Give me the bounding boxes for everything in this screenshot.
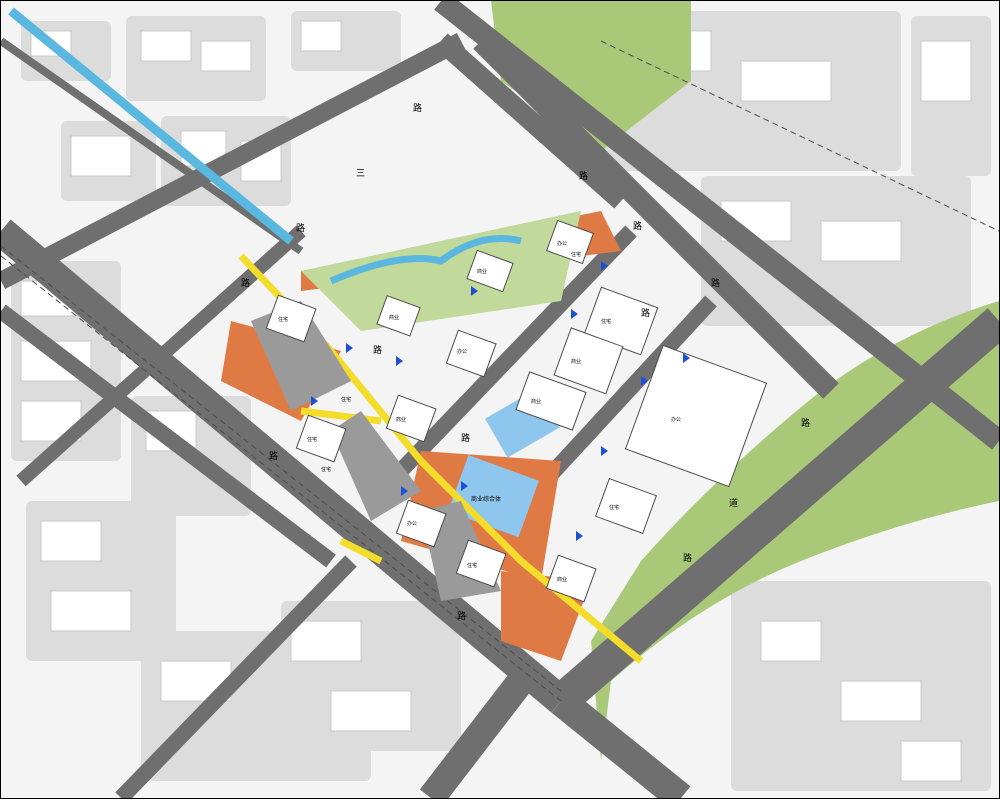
svg-text:路: 路 bbox=[269, 450, 278, 462]
svg-text:路: 路 bbox=[373, 344, 382, 356]
svg-text:住宅: 住宅 bbox=[609, 504, 619, 511]
svg-text:办公: 办公 bbox=[457, 348, 467, 355]
svg-text:住宅: 住宅 bbox=[321, 466, 331, 473]
svg-text:住宅: 住宅 bbox=[307, 436, 317, 443]
svg-text:商业: 商业 bbox=[557, 576, 567, 583]
svg-text:办公: 办公 bbox=[557, 240, 567, 247]
svg-text:路: 路 bbox=[641, 307, 650, 319]
center-label: 商业综合体 bbox=[471, 495, 501, 503]
svg-text:路: 路 bbox=[461, 432, 470, 444]
svg-text:住宅: 住宅 bbox=[601, 318, 611, 325]
svg-text:三: 三 bbox=[356, 169, 365, 179]
svg-text:路: 路 bbox=[296, 222, 305, 234]
site-plan-svg: 路 三 路 路 路 路 路 路 路 路 路 路 道 路 路 住宅 商业 办公 商… bbox=[0, 0, 1000, 802]
svg-text:商业: 商业 bbox=[389, 314, 399, 321]
svg-text:路: 路 bbox=[633, 220, 642, 232]
svg-text:商业: 商业 bbox=[396, 416, 406, 423]
svg-text:路: 路 bbox=[457, 610, 466, 622]
site-plan-map[interactable]: 路 三 路 路 路 路 路 路 路 路 路 路 道 路 路 住宅 商业 办公 商… bbox=[0, 0, 1000, 802]
svg-text:住宅: 住宅 bbox=[341, 396, 351, 403]
svg-text:路: 路 bbox=[579, 170, 588, 182]
svg-text:路: 路 bbox=[801, 417, 810, 429]
svg-text:住宅: 住宅 bbox=[278, 316, 288, 323]
svg-text:道: 道 bbox=[729, 497, 738, 509]
svg-text:办公: 办公 bbox=[407, 520, 417, 527]
svg-text:住宅: 住宅 bbox=[571, 251, 581, 258]
svg-text:商业: 商业 bbox=[571, 358, 581, 365]
svg-text:办公: 办公 bbox=[671, 416, 681, 423]
svg-text:路: 路 bbox=[683, 552, 692, 564]
svg-text:路: 路 bbox=[241, 277, 250, 289]
svg-text:商业: 商业 bbox=[477, 268, 487, 275]
svg-text:路: 路 bbox=[413, 102, 422, 114]
svg-text:路: 路 bbox=[711, 277, 720, 289]
svg-text:住宅: 住宅 bbox=[467, 562, 477, 569]
svg-text:商业: 商业 bbox=[531, 398, 541, 405]
